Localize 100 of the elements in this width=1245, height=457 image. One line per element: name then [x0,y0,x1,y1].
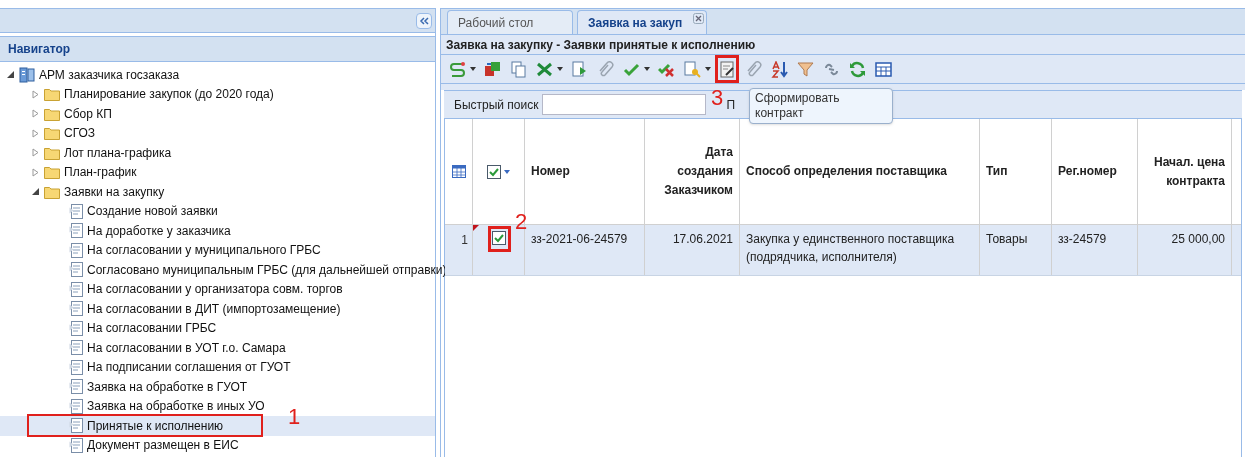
column-header[interactable]: Рег.номер [1058,162,1117,181]
collapse-button[interactable] [416,12,432,29]
document-icon [69,398,83,414]
table-cell: Товары [986,232,1028,246]
tree-item[interactable]: На доработке у заказчика [0,221,435,241]
tree-item-label: На согласовании в УОТ г.о. Самара [87,339,286,357]
tree-item-label: На согласовании ГРБС [87,320,217,338]
tree-item-label: Создание новой заявки [87,203,218,221]
tree-item[interactable]: На подписании соглашения от ГУОТ [0,357,435,377]
row-number: 1 [461,233,468,247]
tooltip: Сформировать контракт [749,88,893,124]
tree-item-label: На согласовании у организатора совм. торгов [87,281,343,299]
toolbar-button[interactable] [769,59,789,79]
contract-icon [718,60,736,78]
tree-item[interactable]: На согласовании ГРБС [0,318,435,338]
tree-item[interactable]: Создание новой заявки [0,201,435,221]
paperclip-icon [596,60,614,78]
dropdown-caret-icon[interactable] [644,67,650,71]
document-icon [69,301,83,317]
table-cell: зз-2021-06-24579 [531,232,628,246]
toolbar-button[interactable] [873,59,893,79]
copy-icon [509,60,527,78]
column-header[interactable]: Тип [986,162,1008,181]
column-header[interactable]: Дата создания Заказчиком [651,143,733,200]
table-icon [874,60,892,78]
tree-item[interactable]: На согласовании в УОТ г.о. Самара [0,338,435,358]
tree-item-label: Заявки на закупку [64,183,165,201]
route-icon [448,60,466,78]
tree-item-label: План-график [64,164,137,182]
tab[interactable]: Рабочий стол [447,10,573,34]
folder-icon [44,165,60,180]
tree-item[interactable]: Лот плана-графика [0,143,435,163]
spreadsheet-icon [535,60,553,78]
panel-title: Навигатор [8,41,71,58]
search-label: Быстрый поиск [454,96,539,114]
paperclip-icon [744,60,762,78]
dropdown-caret-icon[interactable] [557,67,563,71]
document-icon [69,418,83,434]
table-cell: 25 000,00 [1171,232,1225,246]
expand-arrow-icon[interactable] [31,148,40,158]
expand-arrow-icon[interactable] [31,167,40,177]
column-header[interactable]: Номер [531,162,570,181]
document-icon [69,320,83,336]
row-checkbox[interactable] [491,231,506,245]
dropdown-caret-icon[interactable] [470,67,476,71]
search-field[interactable] [542,94,707,115]
tree-item-label: АРМ заказчика госзаказа [39,66,180,84]
tree-item-label: На доработке у заказчика [87,222,231,240]
toolbar-button[interactable] [482,59,502,79]
tree-item-label: Документ размещен в ЕИС [87,437,239,455]
column-header[interactable]: Способ определения поставщика [746,162,947,181]
folder-icon [44,145,60,160]
tree-item[interactable]: На согласовании в ДИТ (импортозамещение) [0,299,435,319]
tree-item[interactable]: Планирование закупок (до 2020 года) [0,84,435,104]
expand-arrow-icon[interactable] [31,89,40,99]
tree-item[interactable]: Сбор КП [0,104,435,124]
table-cell: зз-24579 [1058,232,1107,246]
tree-item[interactable]: План-график [0,162,435,182]
tree-item[interactable]: На согласовании у муниципального ГРБС [0,240,435,260]
document-icon [69,203,83,219]
document-icon [69,379,83,395]
tree-item[interactable]: АРМ заказчика госзаказа [0,65,435,85]
computer-icon [19,66,35,83]
collapse-arrow-icon[interactable] [31,187,40,197]
table-cell: Закупка у единственного поставщика (подрядчика, исполнителя) [746,232,955,264]
tree-item-label: Заявка на обработке в иных УО [87,398,265,416]
callout-number: 3 [711,87,724,109]
collapse-arrow-icon[interactable] [6,70,15,80]
folder-icon [44,106,60,121]
dropdown-caret-icon[interactable] [504,169,510,174]
expand-arrow-icon[interactable] [31,128,40,138]
tree-item[interactable]: На согласовании у организатора совм. торгов [0,279,435,299]
refresh-icon [848,60,866,78]
tree-item-label: Принятые к исполнению [87,417,224,435]
panel-title: Заявка на закупку - Заявки принятые к исполнению [446,36,756,54]
tree-item-label: На согласовании в ДИТ (импортозамещение) [87,300,341,318]
highlight-frame [488,226,511,252]
document-icon [69,359,83,375]
dropdown-caret-icon[interactable] [705,67,711,71]
tab[interactable]: Заявка на закуп [577,10,707,34]
select-all-checkbox[interactable] [487,164,501,179]
search-option-label: П [726,96,736,114]
tree-item[interactable]: Документ размещен в ЕИС [0,435,435,455]
toolbar-button[interactable] [717,59,737,79]
tree-item-label: Сбор КП [64,105,112,123]
folder-icon [44,184,60,199]
double-chevron-icon [419,16,429,25]
grid-icon[interactable] [451,165,466,178]
tree-item[interactable]: Заявка на обработке в ГУОТ [0,377,435,397]
tree-item[interactable]: СГОЗ [0,123,435,143]
folder-icon [44,87,60,102]
tree-item[interactable]: Заявки на закупку [0,182,435,202]
expand-arrow-icon[interactable] [31,109,40,119]
document-icon [69,281,83,297]
table-cell: 17.06.2021 [672,232,733,246]
column-header[interactable]: Начал. цена контракта [1144,152,1225,191]
tree-item-label: СГОЗ [64,125,96,143]
document-key-icon [683,60,701,78]
close-icon[interactable] [693,13,704,24]
filter-icon [796,60,814,78]
